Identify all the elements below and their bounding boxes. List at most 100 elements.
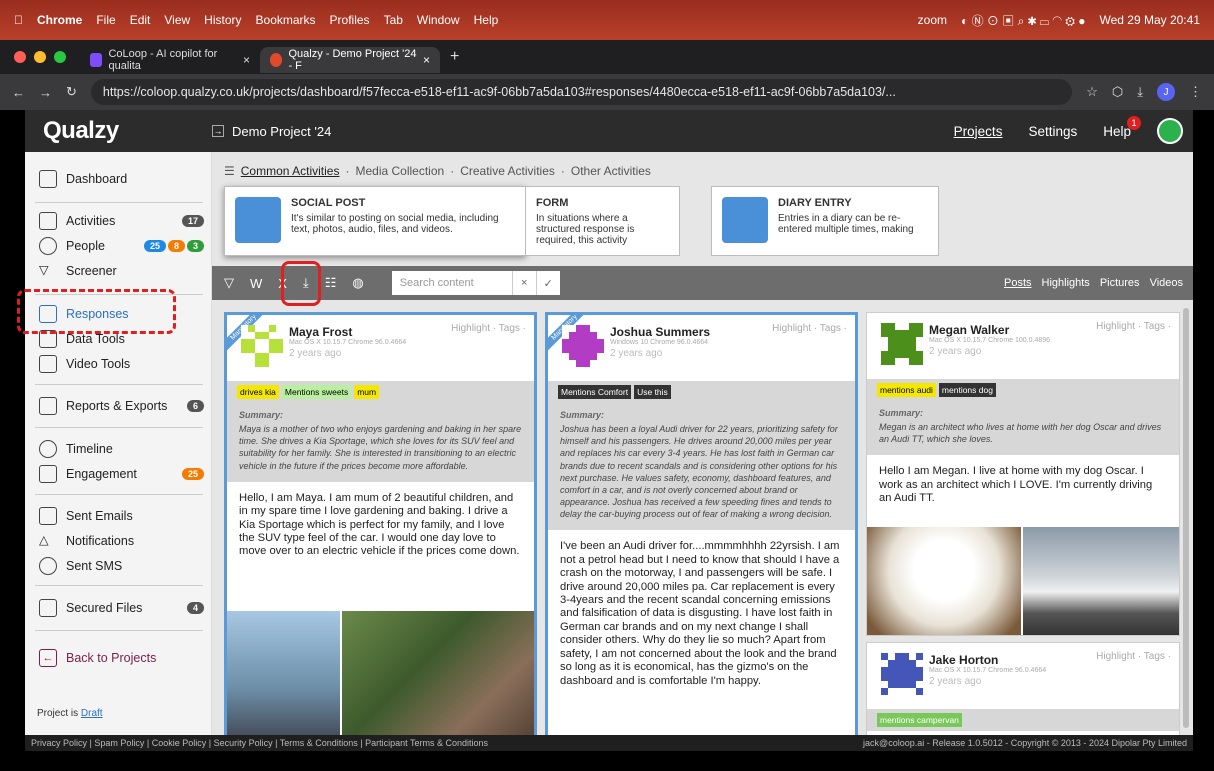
download-icon[interactable]: ⤓ [1137, 84, 1143, 100]
tag[interactable]: Mentions sweets [281, 385, 352, 399]
mail-icon [39, 507, 57, 525]
clear-search-button[interactable]: × [511, 271, 536, 295]
tag[interactable]: mentions audi [877, 383, 936, 397]
menu-window[interactable]: Window [417, 13, 460, 27]
summary-label: Summary: [560, 410, 605, 420]
view-posts[interactable]: Posts [1004, 277, 1032, 289]
status-link[interactable]: Draft [81, 708, 103, 719]
sidebar-item-sent-emails[interactable]: Sent Emails [39, 507, 204, 525]
menu-view[interactable]: View [164, 13, 190, 27]
sidebar-item-activities[interactable]: Activities 17 [39, 212, 204, 230]
tag-list: mentions audi mentions dog [867, 379, 1179, 401]
nav-projects[interactable]: Projects [954, 124, 1003, 139]
back-icon[interactable]: ← [12, 85, 25, 100]
tab-creative-activities[interactable]: Creative Activities [460, 164, 555, 178]
tag[interactable]: mentions campervan [877, 713, 962, 727]
post-actions[interactable]: Highlight · Tags · [451, 323, 526, 334]
activity-card-social-post[interactable]: SOCIAL POST It's similar to posting on so… [224, 186, 526, 256]
tag[interactable]: Use this [634, 385, 671, 399]
sidebar-item-engagement[interactable]: Engagement 25 [39, 465, 204, 483]
menu-profiles[interactable]: Profiles [330, 13, 370, 27]
palette-icon[interactable]: ◍ [352, 275, 363, 291]
project-switch[interactable]: → Demo Project '24 [212, 124, 331, 139]
menu-edit[interactable]: Edit [130, 13, 151, 27]
filter-icon[interactable]: ▽ [224, 275, 234, 291]
post-card: Mandatory Maya Frost Mac OS X 10.15.7 Ch… [224, 312, 537, 735]
tab-coloop[interactable]: CoLoop - AI copilot for qualita × [80, 47, 260, 73]
status-icons[interactable]: ◐ Ⓝ ⊙ ▣ ⌕ ✱ ▭ ◠ ⚙ ● [961, 12, 1085, 29]
sidebar-item-secured-files[interactable]: Secured Files 4 [39, 599, 204, 617]
clock[interactable]: Wed 29 May 20:41 [1099, 13, 1200, 27]
zoom-window-icon[interactable] [54, 51, 66, 63]
count-badge: 8 [167, 240, 185, 252]
sidebar-label: Notifications [66, 534, 135, 548]
sidebar-item-notifications[interactable]: △ Notifications [39, 532, 204, 550]
tab-media-collection[interactable]: Media Collection [355, 164, 444, 178]
sidebar-item-reports[interactable]: Reports & Exports 6 [39, 397, 204, 415]
view-videos[interactable]: Videos [1150, 277, 1183, 289]
nav-help[interactable]: Help 1 [1103, 115, 1141, 139]
back-to-projects[interactable]: ← Back to Projects [39, 649, 204, 667]
post-actions[interactable]: Highlight · Tags · [1096, 651, 1171, 662]
close-tab-icon[interactable]: × [423, 53, 430, 67]
post-actions[interactable]: Highlight · Tags · [1096, 321, 1171, 332]
tag[interactable]: drives kia [237, 385, 279, 399]
tag[interactable]: mum [354, 385, 380, 399]
video-tools-icon [39, 355, 57, 373]
profile-avatar[interactable]: J [1157, 83, 1175, 101]
sidebar-item-video-tools[interactable]: Video Tools [39, 355, 204, 373]
extensions-icon[interactable]: ⬡ [1112, 84, 1123, 100]
close-window-icon[interactable] [14, 51, 26, 63]
close-tab-icon[interactable]: × [243, 53, 250, 67]
more-icon[interactable]: ⋮ [1189, 84, 1202, 100]
tag[interactable]: mentions dog [938, 383, 996, 397]
view-highlights[interactable]: Highlights [1042, 277, 1090, 289]
reload-icon[interactable]: ↻ [66, 84, 77, 100]
view-pictures[interactable]: Pictures [1100, 277, 1140, 289]
sidebar-item-sent-sms[interactable]: Sent SMS [39, 557, 204, 575]
sidebar-item-timeline[interactable]: Timeline [39, 440, 204, 458]
activity-card-diary[interactable]: DIARY ENTRY Entries in a diary can be re-… [711, 186, 939, 256]
post-photo-dog[interactable] [867, 527, 1021, 635]
sidebar-item-dashboard[interactable]: Dashboard [39, 170, 204, 188]
sidebar-item-people[interactable]: People 25 8 3 [39, 237, 204, 255]
app-menu[interactable]: Chrome [37, 13, 82, 27]
annotation-highlight-excel [281, 261, 321, 306]
user-avatar[interactable] [1157, 118, 1183, 144]
new-tab-button[interactable]: + [450, 48, 459, 66]
summary-text: Megan is an architect who lives at home … [879, 422, 1162, 445]
tab-qualzy[interactable]: Qualzy - Demo Project '24 - F × [260, 47, 440, 73]
address-bar[interactable]: https://coloop.qualzy.co.uk/projects/das… [90, 79, 1073, 105]
post-actions[interactable]: Highlight · Tags · [772, 323, 847, 334]
tab-other-activities[interactable]: Other Activities [571, 164, 651, 178]
post-photo-garden[interactable] [342, 611, 534, 735]
apple-icon[interactable]:  [14, 13, 23, 27]
post-photo-car[interactable] [1023, 527, 1179, 635]
scrollbar[interactable] [1183, 308, 1189, 728]
forward-icon[interactable]: → [39, 85, 52, 100]
menu-history[interactable]: History [204, 13, 241, 27]
minimize-window-icon[interactable] [34, 51, 46, 63]
post-header: Mandatory Maya Frost Mac OS X 10.15.7 Ch… [227, 315, 534, 381]
post-photo-family[interactable] [227, 611, 340, 735]
sliders-icon[interactable]: ☷ [325, 275, 337, 291]
search-input[interactable]: Search content [391, 271, 512, 295]
qualzy-logo[interactable]: Qualzy [25, 117, 212, 145]
device-meta: Mac OS X 10.15.7 Chrome 96.0.4664 [929, 667, 1047, 674]
tag[interactable]: Mentions Comfort [558, 385, 632, 399]
sidebar-item-screener[interactable]: ▽ Screener [39, 262, 204, 280]
footer-links[interactable]: Privacy Policy | Spam Policy | Cookie Po… [31, 738, 488, 748]
activity-card-form[interactable]: FORM In situations where a structured res… [526, 186, 680, 256]
confirm-search-button[interactable]: ✓ [535, 271, 560, 295]
zoom-icon[interactable]: zoom [918, 13, 947, 27]
menu-help[interactable]: Help [474, 13, 499, 27]
nav-settings[interactable]: Settings [1028, 124, 1077, 139]
menu-bookmarks[interactable]: Bookmarks [256, 13, 316, 27]
tab-common-activities[interactable]: Common Activities [241, 164, 340, 178]
sidebar-label: Screener [66, 264, 117, 278]
sidebar-label: Engagement [66, 467, 137, 481]
menu-file[interactable]: File [96, 13, 115, 27]
word-export-icon[interactable]: W [250, 276, 262, 291]
menu-tab[interactable]: Tab [384, 13, 403, 27]
bookmark-star-icon[interactable]: ☆ [1086, 84, 1098, 100]
